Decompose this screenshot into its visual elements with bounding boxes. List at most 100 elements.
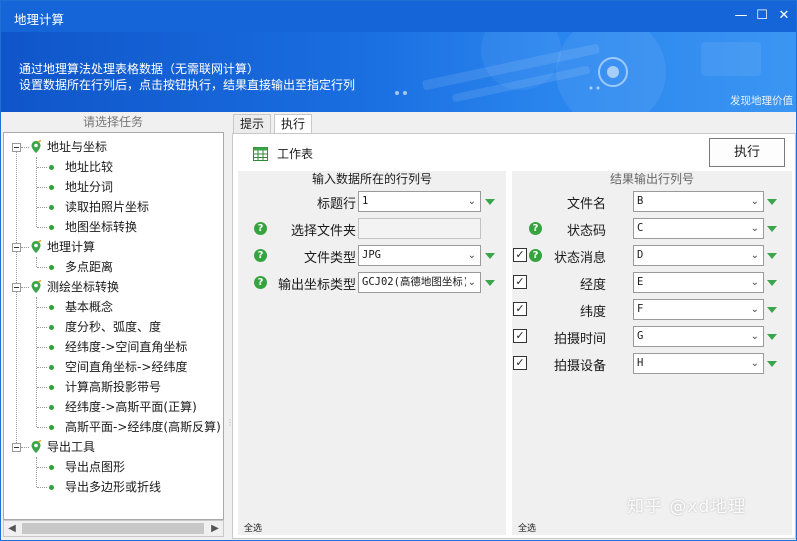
scroll-right-icon[interactable]: ▶ <box>207 521 223 536</box>
tree-item-basic-concepts[interactable]: 基本概念 <box>4 297 223 317</box>
tree-item-address-compare[interactable]: 地址比较 <box>4 157 223 177</box>
folder-input[interactable] <box>358 218 481 239</box>
tree-category-export-tools[interactable]: 导出工具 <box>4 437 223 457</box>
tree-item-gauss-inverse[interactable]: 高斯平面->经纬度(高斯反算) <box>4 417 223 437</box>
scrollbar-thumb[interactable] <box>22 523 204 534</box>
execute-button[interactable]: 执行 <box>709 138 785 167</box>
input-panel-header: 输入数据所在的行列号 <box>311 172 432 186</box>
tree-item-map-coordinate-convert[interactable]: 地图坐标转换 <box>4 217 223 237</box>
bullet-icon <box>49 225 54 230</box>
status-message-checkbox[interactable]: ✓ <box>513 248 527 262</box>
header-banner: 通过地理算法处理表格数据（无需联网计算） 设置数据所在行列后，点击按钮执行，结果… <box>1 32 796 112</box>
collapse-icon[interactable] <box>12 143 21 152</box>
file-type-select[interactable]: JPG ⌄ <box>358 245 481 266</box>
bullet-icon <box>49 165 54 170</box>
tree-category-geo-calc[interactable]: 地理计算 <box>4 237 223 257</box>
output-row-capture-time: ✓ 拍摄时间 G ⌄ <box>512 323 792 350</box>
title-bar: 地理计算 — ☐ ✕ <box>1 1 796 32</box>
output-row-status-code: ? 状态码 C ⌄ <box>512 215 792 242</box>
coordinate-type-select[interactable]: GCJ02(高德地图坐标) ⌄ <box>358 272 481 293</box>
tree-item-export-polygons[interactable]: 导出多边形或折线 <box>4 477 223 497</box>
status-message-column-select[interactable]: D ⌄ <box>633 245 764 266</box>
banner-description-1: 通过地理算法处理表格数据（无需联网计算） <box>19 62 260 76</box>
help-icon[interactable]: ? <box>529 249 542 262</box>
output-row-longitude: ✓ 经度 E ⌄ <box>512 269 792 296</box>
input-label: 标题行 <box>316 197 356 212</box>
collapse-icon[interactable] <box>12 443 21 452</box>
green-dropdown-icon[interactable] <box>767 334 777 340</box>
panel-splitter[interactable]: ⋮ <box>224 112 234 540</box>
tree-item-dms-radian-degree[interactable]: 度分秒、弧度、度 <box>4 317 223 337</box>
bullet-icon <box>49 385 54 390</box>
green-dropdown-icon[interactable] <box>485 280 495 286</box>
green-dropdown-icon[interactable] <box>767 226 777 232</box>
tree-item-latlon-to-cartesian[interactable]: 经纬度->空间直角坐标 <box>4 337 223 357</box>
minimize-button[interactable]: — <box>731 5 751 27</box>
capture-device-column-select[interactable]: H ⌄ <box>633 353 764 374</box>
green-dropdown-icon[interactable] <box>767 199 777 205</box>
bullet-icon <box>49 405 54 410</box>
tree-item-cartesian-to-latlon[interactable]: 空间直角坐标->经纬度 <box>4 357 223 377</box>
map-pin-icon <box>31 240 42 253</box>
tree-horizontal-scrollbar[interactable]: ◀ ▶ <box>3 520 224 537</box>
help-icon[interactable]: ? <box>254 222 267 235</box>
tree-category-survey-convert[interactable]: 测绘坐标转换 <box>4 277 223 297</box>
capture-time-column-select[interactable]: G ⌄ <box>633 326 764 347</box>
title-row-select[interactable]: 1 ⌄ <box>358 191 481 212</box>
tree-item-gauss-forward[interactable]: 经纬度->高斯平面(正算) <box>4 397 223 417</box>
maximize-button[interactable]: ☐ <box>752 5 772 27</box>
input-label: 文件类型 <box>303 251 356 266</box>
collapse-icon[interactable] <box>12 283 21 292</box>
tree-item-read-photo-coordinates[interactable]: 读取拍照片坐标 <box>4 197 223 217</box>
tree-item-export-points[interactable]: 导出点图形 <box>4 457 223 477</box>
tree-item-address-segment[interactable]: 地址分词 <box>4 177 223 197</box>
input-row-output-coordinate-type: ? 输出坐标类型 GCJ02(高德地图坐标) ⌄ <box>238 269 506 296</box>
task-panel-header: 请选择任务 <box>2 112 224 132</box>
tree-category-address-coordinates[interactable]: 地址与坐标 <box>4 137 223 157</box>
green-dropdown-icon[interactable] <box>485 199 495 205</box>
tree-item-gauss-zone-number[interactable]: 计算高斯投影带号 <box>4 377 223 397</box>
green-dropdown-icon[interactable] <box>767 253 777 259</box>
tree-item-multi-point-distance[interactable]: 多点距离 <box>4 257 223 277</box>
output-panel-header: 结果输出行列号 <box>609 172 694 186</box>
longitude-column-select[interactable]: E ⌄ <box>633 272 764 293</box>
chevron-down-icon: ⌄ <box>750 304 759 315</box>
output-row-file-name: 文件名 B ⌄ <box>512 188 792 215</box>
chevron-down-icon: ⌄ <box>750 223 759 234</box>
chevron-down-icon: ⌄ <box>750 331 759 342</box>
execute-tab-page: 工作表 执行 输入数据所在的行列号 标题行 1 ⌄ ? 选择文件夹 ? 文件类型 … <box>232 133 796 539</box>
chevron-down-icon: ⌄ <box>465 273 476 292</box>
input-label: 选择文件夹 <box>290 224 356 239</box>
chevron-down-icon: ⌄ <box>750 277 759 288</box>
latitude-checkbox[interactable]: ✓ <box>513 302 527 316</box>
tab-execute[interactable]: 执行 <box>274 114 313 135</box>
output-select-all[interactable]: 全选 <box>518 521 536 534</box>
green-dropdown-icon[interactable] <box>767 280 777 286</box>
help-icon[interactable]: ? <box>254 249 267 262</box>
input-select-all[interactable]: 全选 <box>244 521 262 534</box>
latitude-column-select[interactable]: F ⌄ <box>633 299 764 320</box>
scroll-left-icon[interactable]: ◀ <box>4 521 20 536</box>
task-tree[interactable]: 地址与坐标 地址比较 地址分词 读取拍照片坐标 地图坐标转换 地理计算 多点距离… <box>3 132 224 520</box>
file-name-column-select[interactable]: B ⌄ <box>633 191 764 212</box>
close-button[interactable]: ✕ <box>774 5 794 27</box>
status-code-column-select[interactable]: C ⌄ <box>633 218 764 239</box>
tab-tips[interactable]: 提示 <box>233 114 272 134</box>
help-icon[interactable]: ? <box>529 222 542 235</box>
bullet-icon <box>49 345 54 350</box>
green-dropdown-icon[interactable] <box>485 253 495 259</box>
bullet-icon <box>49 205 54 210</box>
green-dropdown-icon[interactable] <box>767 307 777 313</box>
chevron-down-icon: ⌄ <box>467 196 476 207</box>
map-pin-icon <box>31 440 42 453</box>
longitude-checkbox[interactable]: ✓ <box>513 275 527 289</box>
output-row-capture-device: ✓ 拍摄设备 H ⌄ <box>512 350 792 377</box>
output-label: 文件名 <box>566 197 606 212</box>
green-dropdown-icon[interactable] <box>767 361 777 367</box>
capture-device-checkbox[interactable]: ✓ <box>513 356 527 370</box>
collapse-icon[interactable] <box>12 243 21 252</box>
capture-time-checkbox[interactable]: ✓ <box>513 329 527 343</box>
help-icon[interactable]: ? <box>254 276 267 289</box>
chevron-down-icon: ⌄ <box>750 250 759 261</box>
output-panel: 结果输出行列号 文件名 B⌄ ? 状态码 C⌄ ✓ ? 状态消息 D⌄ ✓ <box>512 171 792 535</box>
